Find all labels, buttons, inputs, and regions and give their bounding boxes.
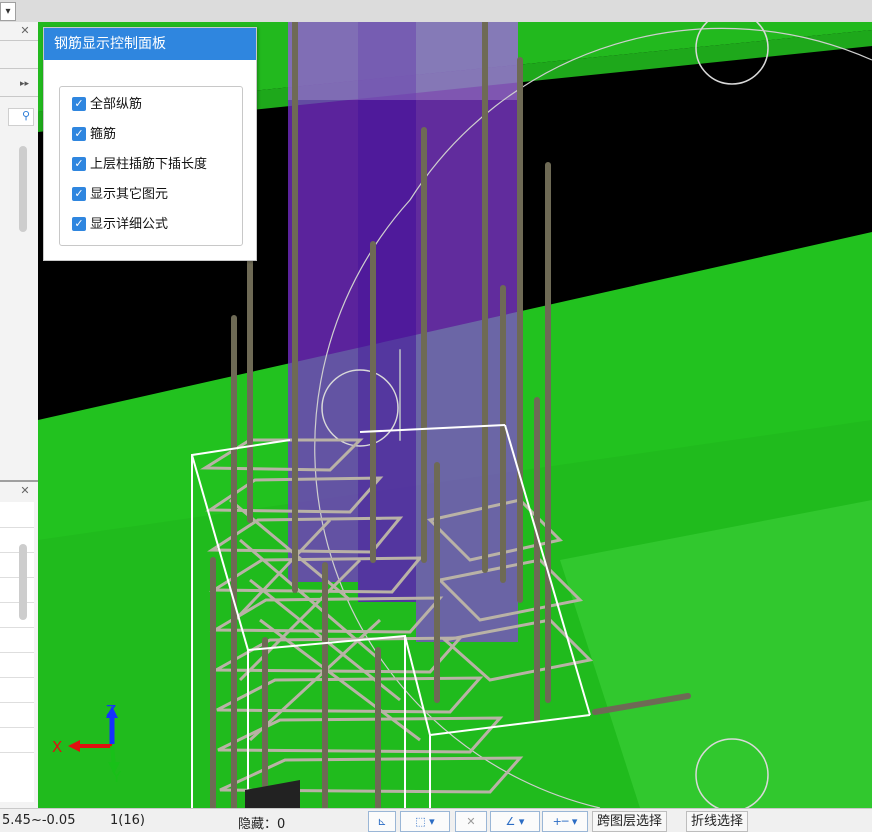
option-all-longitudinal[interactable]: ✓ 全部纵筋 (72, 95, 142, 115)
option-upper-dowel-length[interactable]: ✓ 上层柱插筋下插长度 (72, 155, 207, 175)
page-indicator: 1(16) (110, 813, 145, 828)
checkbox-checked-icon[interactable]: ✓ (72, 216, 86, 231)
options-group: ✓ 全部纵筋 ✓ 箍筋 ✓ 上层柱插筋下插长度 ✓ 显示其它图元 ✓ 显示详细公式 (59, 86, 243, 246)
status-bar: 5.45~-0.05 1(16) 隐藏：0 ⊾ ⬚ ▾ ✕ ∠ ▾ +─ ▾ 跨… (0, 808, 872, 832)
divider (0, 68, 38, 69)
table-row (0, 602, 34, 603)
table-row (0, 527, 34, 528)
chevron-down-icon[interactable]: ▾ (0, 2, 16, 21)
hidden-count: 隐藏：0 (238, 817, 286, 832)
scrollbar[interactable] (19, 544, 27, 620)
x-axis-label: X (52, 738, 62, 756)
angle-snap-icon[interactable]: ∠ ▾ (490, 811, 540, 832)
option-show-other-elements[interactable]: ✓ 显示其它图元 (72, 185, 168, 205)
left-side-panel: ✕ ▸▸ ⚲ ✕ (0, 22, 39, 808)
offset-snap-icon[interactable]: +─ ▾ (542, 811, 588, 832)
divider (0, 96, 38, 97)
checkbox-checked-icon[interactable]: ✓ (72, 126, 86, 141)
divider (0, 40, 38, 41)
axis-gizmo-icon: X Y Z (52, 702, 122, 786)
option-label: 全部纵筋 (90, 97, 143, 112)
expand-right-icon[interactable]: ▸▸ (20, 79, 29, 89)
ortho-mode-icon[interactable]: ⊾ (368, 811, 396, 832)
polyline-select-button[interactable]: 折线选择 (686, 811, 749, 832)
select-mode-icon[interactable]: ⬚ ▾ (400, 811, 450, 832)
option-label: 箍筋 (90, 127, 117, 142)
option-stirrups[interactable]: ✓ 箍筋 (72, 125, 116, 145)
option-show-detailed-formula[interactable]: ✓ 显示详细公式 (72, 215, 168, 235)
search-input[interactable]: ⚲ (8, 108, 34, 126)
table-row (0, 552, 34, 553)
cross-layer-select-button[interactable]: 跨图层选择 (592, 811, 668, 832)
axis-gizmo: X Y Z (48, 702, 128, 786)
panel-title: 钢筋显示控制面板 (44, 28, 256, 60)
checkbox-checked-icon[interactable]: ✓ (72, 186, 86, 201)
table-row (0, 627, 34, 628)
option-label: 上层柱插筋下插长度 (90, 157, 208, 172)
top-toolbar: ▾ (0, 0, 872, 23)
splitter[interactable] (0, 480, 38, 482)
scrollbar[interactable] (19, 146, 27, 232)
checkbox-checked-icon[interactable]: ✓ (72, 96, 86, 111)
table-row (0, 677, 34, 678)
table-row (0, 702, 34, 703)
elevation-range: 5.45~-0.05 (2, 813, 76, 828)
cross-select-icon[interactable]: ✕ (455, 811, 487, 832)
table-row (0, 652, 34, 653)
z-axis-label: Z (106, 704, 116, 720)
close-icon[interactable]: ✕ (18, 484, 32, 498)
table-row (0, 577, 34, 578)
table-row (0, 752, 34, 753)
option-label: 显示其它图元 (90, 187, 169, 202)
column-face-mid (358, 22, 416, 602)
y-axis-label: Y (111, 768, 122, 784)
rebar-display-panel: 钢筋显示控制面板 ✓ 全部纵筋 ✓ 箍筋 ✓ 上层柱插筋下插长度 ✓ 显示其它图元 ✓ 显… (43, 27, 257, 261)
option-label: 显示详细公式 (90, 217, 169, 232)
table-row (0, 727, 34, 728)
column-face-left (288, 22, 358, 582)
checkbox-checked-icon[interactable]: ✓ (72, 156, 86, 171)
close-icon[interactable]: ✕ (18, 24, 32, 38)
search-icon: ⚲ (21, 109, 30, 122)
